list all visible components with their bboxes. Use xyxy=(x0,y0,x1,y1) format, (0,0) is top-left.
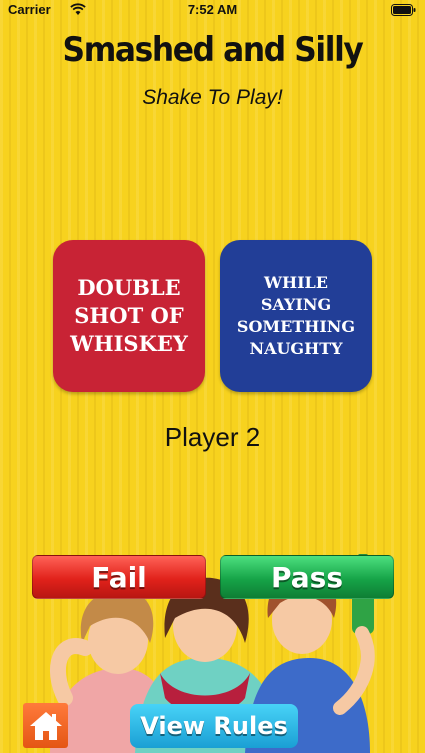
shake-instruction: Shake To Play! xyxy=(142,86,283,109)
view-rules-button[interactable]: View Rules xyxy=(130,704,298,748)
dare-card-action-text: WHILE SAYING SOMETHING NAUGHTY xyxy=(236,273,356,358)
dare-card-drink-text: DOUBLE SHOT OF WHISKEY xyxy=(70,275,188,356)
dare-card-action[interactable]: WHILE SAYING SOMETHING NAUGHTY xyxy=(220,240,372,392)
status-bar: Carrier 7:52 AM xyxy=(0,0,425,20)
clock: 7:52 AM xyxy=(187,2,238,17)
fail-button[interactable]: Fail xyxy=(32,555,206,599)
app-title: Smashed and Silly xyxy=(62,30,364,70)
current-player-label: Player 2 xyxy=(164,422,261,452)
pass-button[interactable]: Pass xyxy=(220,555,394,599)
home-icon xyxy=(29,711,62,740)
dare-card-drink[interactable]: DOUBLE SHOT OF WHISKEY xyxy=(53,240,205,392)
battery-icon xyxy=(391,4,416,16)
home-button[interactable] xyxy=(23,703,68,748)
